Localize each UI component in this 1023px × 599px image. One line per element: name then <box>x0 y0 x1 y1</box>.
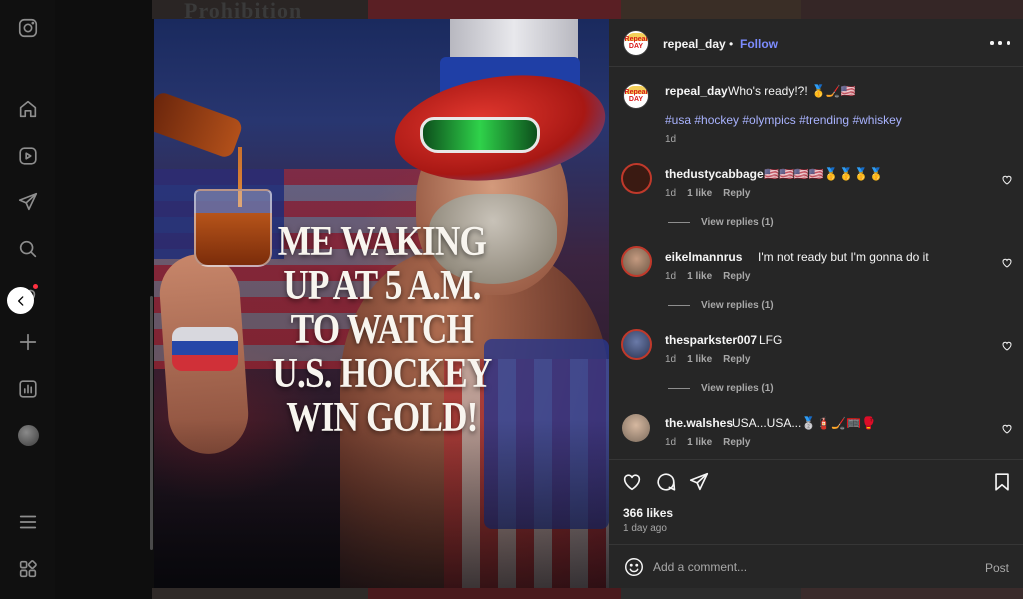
comment-input[interactable] <box>653 555 953 579</box>
author-username[interactable]: repeal_day <box>663 37 726 51</box>
emoji-icon[interactable] <box>623 556 645 578</box>
caption-username[interactable]: repeal_day <box>665 84 728 98</box>
meme-caption: ME WAKING UP AT 5 A.M. TO WATCH U.S. HOC… <box>272 219 492 441</box>
messages-icon[interactable] <box>15 189 41 215</box>
post-details-panel: Repeal DAY repeal_day • Follow Repeal DA… <box>609 19 1023 588</box>
follow-button[interactable]: Follow <box>740 37 778 51</box>
comment-meta: 1d 1 like Reply <box>665 437 751 448</box>
share-icon[interactable] <box>688 471 712 495</box>
reply-button[interactable]: Reply <box>723 188 750 199</box>
comment-username[interactable]: thedustycabbage <box>665 167 764 181</box>
reply-button[interactable]: Reply <box>723 437 750 448</box>
comment-text: 🇺🇸🇺🇸🇺🇸🇺🇸🥇🥇🥇🥇 <box>764 167 884 181</box>
instagram-icon[interactable] <box>15 15 41 41</box>
view-replies-button[interactable]: View replies (1) <box>668 217 774 228</box>
more-apps-icon[interactable] <box>15 556 41 582</box>
comment-meta: 1d 1 like Reply <box>665 271 751 282</box>
previous-post-button[interactable] <box>7 287 34 314</box>
comment-text: USA...USA...🥈🧯🏒🥅🥊 <box>732 416 877 430</box>
home-icon[interactable] <box>15 96 41 122</box>
comment-username[interactable]: eikelmannrus <box>665 250 742 264</box>
more-options-icon[interactable] <box>990 34 1010 52</box>
menu-icon[interactable] <box>15 509 41 535</box>
post-comment-button[interactable]: Post <box>985 561 1009 575</box>
caption-timestamp: 1d <box>665 134 677 145</box>
reels-icon[interactable] <box>15 143 41 169</box>
comment-avatar[interactable] <box>621 163 652 194</box>
comment-composer: Post <box>609 544 1023 588</box>
comment-bubble-icon[interactable] <box>655 471 679 495</box>
search-icon[interactable] <box>15 236 41 262</box>
reply-button[interactable]: Reply <box>723 354 750 365</box>
like-comment-heart-icon[interactable] <box>1001 422 1013 434</box>
comment-text: LFG <box>759 333 783 347</box>
post-header: Repeal DAY repeal_day • Follow <box>609 19 1023 67</box>
comment-avatar[interactable] <box>622 414 650 442</box>
caption-hashtags[interactable]: #usa #hockey #olympics #trending #whiske… <box>665 113 902 127</box>
post-image[interactable]: ME WAKING UP AT 5 A.M. TO WATCH U.S. HOC… <box>154 19 609 588</box>
comment-likes[interactable]: 1 like <box>687 437 712 448</box>
profile-avatar[interactable] <box>15 422 41 448</box>
comment-text: I'm not ready but I'm gonna do it <box>758 250 929 264</box>
post-timestamp: 1 day ago <box>623 523 667 534</box>
comment-meta: 1d 1 like Reply <box>665 188 751 199</box>
notification-dot <box>33 284 38 289</box>
like-heart-icon[interactable] <box>621 471 645 495</box>
scrollbar[interactable] <box>150 296 153 550</box>
comment-avatar[interactable] <box>621 329 652 360</box>
caption-avatar[interactable]: Repeal DAY <box>623 83 649 109</box>
comment-likes[interactable]: 1 like <box>687 188 712 199</box>
comment-meta: 1d 1 like Reply <box>665 354 751 365</box>
like-comment-heart-icon[interactable] <box>1001 256 1013 268</box>
comment-username[interactable]: thesparkster007 <box>665 333 757 347</box>
author-avatar[interactable]: Repeal DAY <box>623 30 649 56</box>
post-actions: 366 likes 1 day ago <box>609 459 1023 541</box>
comment-username[interactable]: the.walshes <box>665 416 733 430</box>
comment-avatar[interactable] <box>621 246 652 277</box>
view-replies-button[interactable]: View replies (1) <box>668 300 774 311</box>
caption-text: Who's ready!?! 🥇🏒🇺🇸 <box>728 84 856 98</box>
feed-bottom-strip <box>152 588 1023 599</box>
bookmark-icon[interactable] <box>991 471 1015 495</box>
chevron-left-icon <box>17 295 23 306</box>
comment-likes[interactable]: 1 like <box>687 271 712 282</box>
create-icon[interactable] <box>15 329 41 355</box>
separator-dot: • <box>729 37 734 51</box>
like-comment-heart-icon[interactable] <box>1001 339 1013 351</box>
view-replies-button[interactable]: View replies (1) <box>668 383 774 394</box>
dashboard-icon[interactable] <box>15 376 41 402</box>
reply-button[interactable]: Reply <box>723 271 750 282</box>
comment-likes[interactable]: 1 like <box>687 354 712 365</box>
likes-count[interactable]: 366 likes <box>623 506 673 520</box>
like-comment-heart-icon[interactable] <box>1001 173 1013 185</box>
